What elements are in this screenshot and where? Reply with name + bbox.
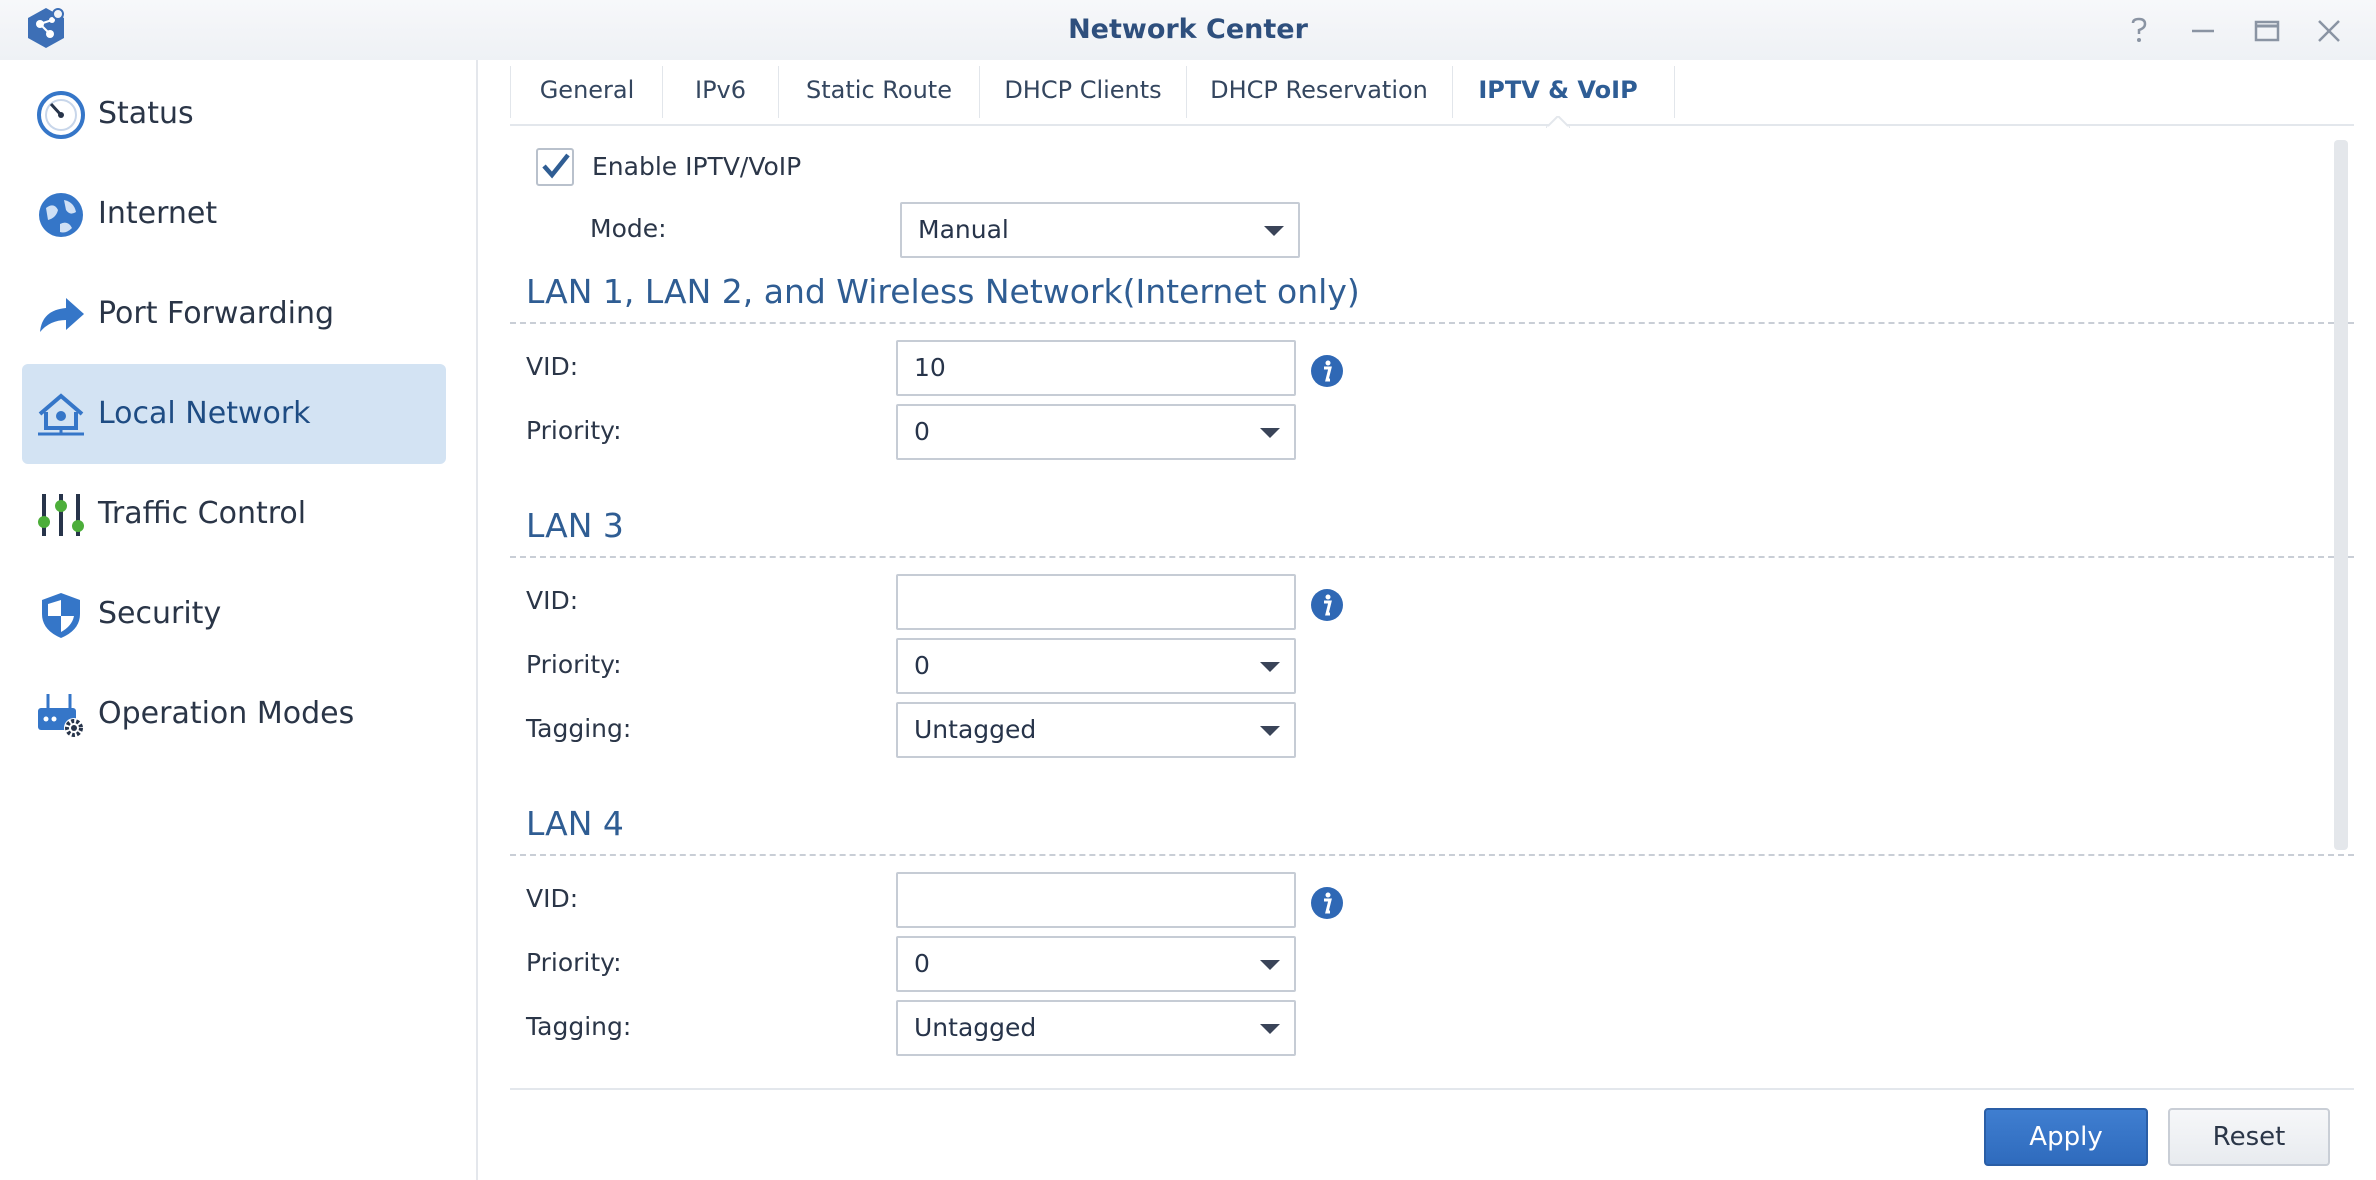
sliders-icon <box>38 494 84 536</box>
sidebar-item-local-network[interactable]: Local Network <box>22 364 446 464</box>
sidebar-item-label: Internet <box>98 196 218 231</box>
sidebar-item-label: Operation Modes <box>98 696 355 731</box>
active-tab-caret-icon <box>1546 116 1570 128</box>
minimize-icon[interactable] <box>2186 14 2220 48</box>
tab-general[interactable]: General <box>512 64 662 116</box>
sidebar: Status Internet Port Forwarding Local Ne… <box>0 60 476 1180</box>
section-title-lan3: LAN 3 <box>526 506 624 545</box>
forward-arrow-icon <box>40 298 84 332</box>
vid-input-lan3[interactable] <box>896 574 1296 630</box>
section-divider <box>510 322 2354 324</box>
mode-value: Manual <box>918 215 1009 244</box>
tagging-select-lan4[interactable]: Untagged <box>896 1000 1296 1056</box>
shield-icon <box>42 593 80 638</box>
priority-label: Priority: <box>526 650 622 679</box>
tagging-label: Tagging: <box>526 1012 632 1041</box>
vid-input-lan4[interactable] <box>896 872 1296 928</box>
tab-ipv6[interactable]: IPv6 <box>663 64 778 116</box>
tab-divider <box>510 66 511 118</box>
reset-button[interactable]: Reset <box>2168 1108 2330 1166</box>
chevron-down-icon <box>1260 428 1280 438</box>
sidebar-item-label: Local Network <box>98 396 311 431</box>
chevron-down-icon <box>1264 226 1284 236</box>
priority-select-lan3[interactable]: 0 <box>896 638 1296 694</box>
sidebar-item-label: Traffic Control <box>98 496 307 531</box>
tagging-value: Untagged <box>914 715 1037 744</box>
vid-label: VID: <box>526 586 579 615</box>
close-icon[interactable] <box>2312 14 2346 48</box>
tagging-value: Untagged <box>914 1013 1037 1042</box>
tab-bar: General IPv6 Static Route DHCP Clients D… <box>510 60 2354 128</box>
help-icon[interactable] <box>2122 14 2156 48</box>
tagging-label: Tagging: <box>526 714 632 743</box>
sidebar-item-security[interactable]: Security <box>22 564 446 664</box>
sidebar-item-port-forwarding[interactable]: Port Forwarding <box>22 264 446 364</box>
window-title: Network Center <box>1068 14 1308 45</box>
gauge-icon <box>37 91 85 139</box>
priority-label: Priority: <box>526 416 622 445</box>
tab-static-route[interactable]: Static Route <box>779 64 979 116</box>
tagging-select-lan3[interactable]: Untagged <box>896 702 1296 758</box>
globe-icon <box>39 193 83 237</box>
maximize-icon[interactable] <box>2250 14 2284 48</box>
info-icon[interactable] <box>1310 886 1344 920</box>
sidebar-item-traffic-control[interactable]: Traffic Control <box>22 464 446 564</box>
mode-select[interactable]: Manual <box>900 202 1300 258</box>
sidebar-item-operation-modes[interactable]: Operation Modes <box>22 664 446 764</box>
priority-value: 0 <box>914 651 930 680</box>
info-icon[interactable] <box>1310 588 1344 622</box>
enable-iptv-label: Enable IPTV/VoIP <box>592 152 802 181</box>
section-divider <box>510 556 2354 558</box>
vid-label: VID: <box>526 884 579 913</box>
chevron-down-icon <box>1260 726 1280 736</box>
sidebar-item-status[interactable]: Status <box>22 64 446 164</box>
tab-iptv-voip[interactable]: IPTV & VoIP <box>1453 64 1663 116</box>
content-scrollbar[interactable] <box>2334 140 2348 850</box>
router-gear-icon <box>38 694 84 738</box>
checkmark-icon <box>542 153 570 179</box>
apply-button[interactable]: Apply <box>1984 1108 2148 1166</box>
tab-dhcp-reservation[interactable]: DHCP Reservation <box>1187 64 1451 116</box>
chevron-down-icon <box>1260 662 1280 672</box>
enable-iptv-checkbox[interactable] <box>536 148 574 186</box>
vid-value: 10 <box>914 353 946 382</box>
priority-label: Priority: <box>526 948 622 977</box>
vid-label: VID: <box>526 352 579 381</box>
priority-select-lan4[interactable]: 0 <box>896 936 1296 992</box>
priority-select-lan12[interactable]: 0 <box>896 404 1296 460</box>
title-bar: Network Center <box>0 0 2376 60</box>
tab-dhcp-clients[interactable]: DHCP Clients <box>980 64 1186 116</box>
sidebar-item-label: Security <box>98 596 222 631</box>
vid-input-lan12[interactable]: 10 <box>896 340 1296 396</box>
chevron-down-icon <box>1260 960 1280 970</box>
section-title-lan12-wireless: LAN 1, LAN 2, and Wireless Network(Inter… <box>526 272 1360 311</box>
sidebar-item-internet[interactable]: Internet <box>22 164 446 264</box>
mode-label: Mode: <box>590 214 667 243</box>
sidebar-item-label: Port Forwarding <box>98 296 335 331</box>
house-network-icon <box>38 393 84 436</box>
priority-value: 0 <box>914 417 930 446</box>
sidebar-divider <box>476 60 478 1180</box>
priority-value: 0 <box>914 949 930 978</box>
info-icon[interactable] <box>1310 354 1344 388</box>
footer-divider <box>510 1088 2354 1090</box>
section-divider <box>510 854 2354 856</box>
tab-divider <box>1674 66 1675 118</box>
chevron-down-icon <box>1260 1024 1280 1034</box>
sidebar-item-label: Status <box>98 96 194 131</box>
section-title-lan4: LAN 4 <box>526 804 624 843</box>
